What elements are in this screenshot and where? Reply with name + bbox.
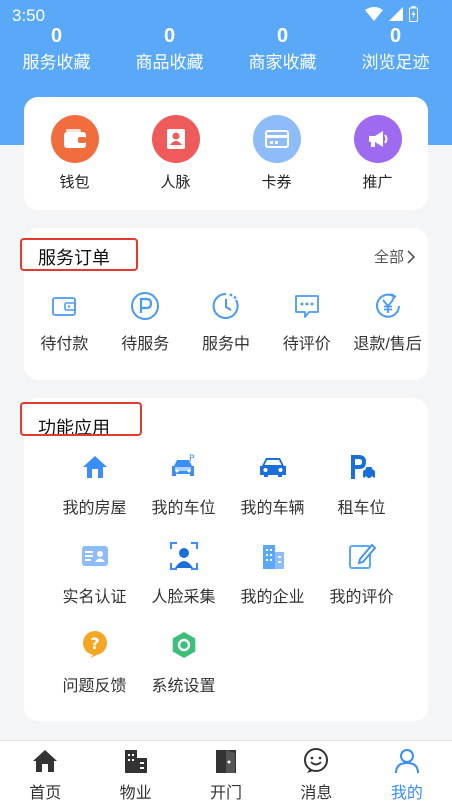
func-label: 我的评价 — [329, 589, 394, 606]
func-system-settings[interactable]: 系统设置 — [139, 628, 228, 717]
message-icon — [271, 747, 361, 775]
tab-messages[interactable]: 消息 — [271, 741, 361, 804]
quick-label: 人脉 — [160, 174, 191, 191]
edit-icon — [317, 539, 406, 573]
func-my-reviews[interactable]: 我的评价 — [317, 539, 406, 628]
order-pending-service[interactable]: 待服务 — [105, 290, 186, 354]
status-icons — [365, 6, 418, 22]
stat-product-favorites[interactable]: 0 商品收藏 — [113, 22, 226, 76]
stat-label: 商家收藏 — [248, 53, 317, 72]
stat-browse-history[interactable]: 0 浏览足迹 — [339, 22, 452, 76]
wifi-icon — [365, 7, 383, 21]
card-icon — [252, 115, 301, 163]
service-orders-card: 服务订单 全部 待付款 待服务 服务中 待评价 退款/售后 — [20, 228, 428, 380]
order-pending-payment[interactable]: 待付款 — [24, 290, 105, 354]
svg-text:?: ? — [90, 634, 99, 653]
func-feedback[interactable]: ? 问题反馈 — [50, 628, 139, 717]
house-icon — [50, 450, 139, 484]
tab-mine[interactable]: 我的 — [362, 741, 452, 804]
stat-label: 浏览足迹 — [361, 53, 430, 72]
func-label: 租车位 — [337, 500, 386, 517]
tab-label: 首页 — [29, 785, 62, 802]
order-refund[interactable]: 退款/售后 — [347, 290, 428, 354]
settings-hex-icon — [139, 628, 228, 662]
func-label: 我的房屋 — [62, 500, 127, 517]
stat-label: 商品收藏 — [135, 53, 204, 72]
stat-merchant-favorites[interactable]: 0 商家收藏 — [226, 22, 339, 76]
tab-label: 物业 — [119, 785, 152, 802]
battery-icon — [409, 6, 418, 22]
question-icon: ? — [50, 628, 139, 662]
quick-contacts[interactable]: 人脉 — [125, 115, 226, 192]
quick-actions-card: 钱包 人脉 卡券 推广 — [24, 97, 428, 210]
stat-value: 0 — [163, 25, 176, 47]
door-icon — [181, 747, 271, 775]
func-real-name[interactable]: 实名认证 — [50, 539, 139, 628]
car-icon — [228, 450, 317, 484]
func-label: 人脸采集 — [151, 589, 216, 606]
func-face-capture[interactable]: 人脸采集 — [139, 539, 228, 628]
orders-all-link[interactable]: 全部 — [374, 246, 416, 267]
bottom-tab-bar: 首页 物业 开门 消息 我的 — [0, 740, 452, 804]
wallet-outline-icon — [24, 290, 105, 322]
stats-bar: 0 服务收藏 0 商品收藏 0 商家收藏 0 浏览足迹 — [0, 22, 452, 76]
wallet-icon — [50, 115, 99, 163]
func-my-vehicle[interactable]: 我的车辆 — [228, 450, 317, 539]
order-label: 待付款 — [40, 336, 89, 353]
home-icon — [0, 747, 90, 775]
parking-circle-icon — [105, 290, 186, 322]
all-label: 全部 — [373, 249, 404, 266]
func-label: 我的车位 — [151, 500, 216, 517]
func-my-company[interactable]: 我的企业 — [228, 539, 317, 628]
highlight-box — [20, 238, 138, 271]
signal-icon — [389, 7, 403, 21]
quick-label: 钱包 — [59, 174, 90, 191]
order-label: 退款/售后 — [353, 336, 422, 353]
tab-property[interactable]: 物业 — [90, 741, 180, 804]
clock-icon — [186, 290, 267, 322]
order-in-service[interactable]: 服务中 — [186, 290, 267, 354]
func-label: 问题反馈 — [62, 678, 127, 695]
quick-promotion[interactable]: 推广 — [327, 115, 428, 192]
id-card-icon — [50, 539, 139, 573]
tab-open-door[interactable]: 开门 — [181, 741, 271, 804]
order-label: 待服务 — [121, 336, 170, 353]
property-icon — [90, 747, 180, 775]
func-label: 实名认证 — [62, 589, 127, 606]
tab-label: 我的 — [390, 785, 423, 802]
megaphone-icon — [353, 115, 402, 163]
order-label: 服务中 — [201, 336, 250, 353]
func-label: 我的企业 — [240, 589, 305, 606]
quick-cards[interactable]: 卡券 — [226, 115, 327, 192]
building-icon — [228, 539, 317, 573]
profile-icon — [362, 747, 452, 775]
func-label: 系统设置 — [151, 678, 216, 695]
rent-parking-icon — [317, 450, 406, 484]
stat-service-favorites[interactable]: 0 服务收藏 — [0, 22, 113, 76]
yen-refund-icon — [347, 290, 428, 322]
stat-value: 0 — [389, 25, 402, 47]
stat-value: 0 — [276, 25, 289, 47]
parking-car-icon: P — [139, 450, 228, 484]
comment-icon — [266, 290, 347, 322]
func-rent-parking[interactable]: 租车位 — [317, 450, 406, 539]
tab-home[interactable]: 首页 — [0, 741, 90, 804]
highlight-box — [20, 402, 142, 436]
chevron-right-icon — [407, 249, 416, 264]
quick-wallet[interactable]: 钱包 — [24, 115, 125, 192]
face-scan-icon — [139, 539, 228, 573]
quick-label: 推广 — [362, 174, 393, 191]
contacts-icon — [151, 115, 200, 163]
order-label: 待评价 — [282, 336, 331, 353]
func-my-house[interactable]: 我的房屋 — [50, 450, 139, 539]
functions-card: 功能应用 我的房屋 P 我的车位 我的车辆 租车位 实名认证 人脸采集 我的企业… — [20, 398, 428, 721]
tab-label: 开门 — [210, 785, 243, 802]
stat-label: 服务收藏 — [22, 53, 91, 72]
func-my-parking[interactable]: P 我的车位 — [139, 450, 228, 539]
quick-label: 卡券 — [261, 174, 292, 191]
tab-label: 消息 — [300, 785, 333, 802]
stat-value: 0 — [50, 25, 63, 47]
func-label: 我的车辆 — [240, 500, 305, 517]
order-pending-review[interactable]: 待评价 — [266, 290, 347, 354]
